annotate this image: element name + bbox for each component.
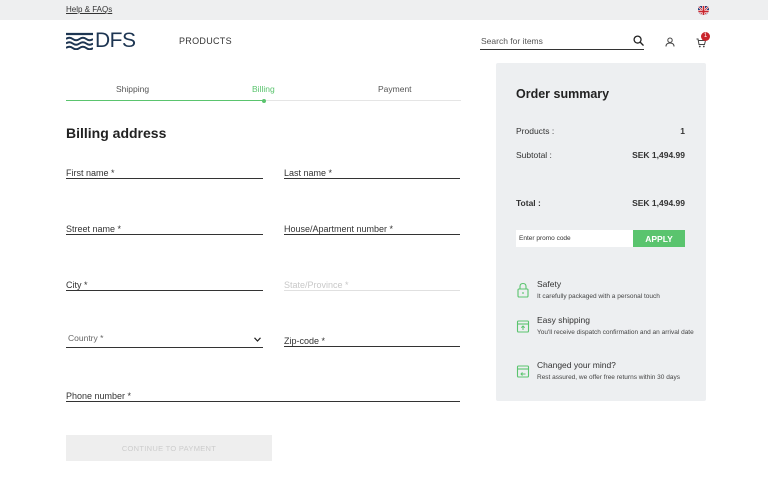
first-name-field[interactable] xyxy=(66,166,263,180)
waves-logo-icon xyxy=(66,32,93,50)
step-billing[interactable]: Billing xyxy=(252,84,275,94)
country-select[interactable]: Country * xyxy=(66,332,263,348)
promo-code-input[interactable] xyxy=(516,230,633,247)
lock-icon xyxy=(517,282,529,298)
top-bar: Help & FAQs xyxy=(0,0,768,20)
return-box-icon xyxy=(516,365,530,378)
apply-promo-button[interactable]: APPLY xyxy=(633,230,685,247)
promo-code-form: APPLY xyxy=(516,230,685,247)
uk-flag-icon[interactable] xyxy=(698,4,709,15)
billing-address-title: Billing address xyxy=(66,125,167,141)
state-field-wrap xyxy=(284,275,460,292)
feature-safety-desc: It carefully packaged with a personal to… xyxy=(537,293,660,300)
continue-to-payment-button[interactable]: CONTINUE TO PAYMENT xyxy=(66,435,272,461)
street-name-field[interactable] xyxy=(66,222,263,236)
last-name-field-wrap xyxy=(284,163,460,180)
city-field[interactable] xyxy=(66,278,263,292)
subtotal-label: Subtotal : xyxy=(516,150,552,160)
search-input[interactable] xyxy=(481,34,629,48)
feature-returns-title: Changed your mind? xyxy=(537,360,616,370)
country-select-value: Country * xyxy=(68,333,104,343)
step-shipping[interactable]: Shipping xyxy=(116,84,149,94)
step-payment[interactable]: Payment xyxy=(378,84,412,94)
feature-safety-title: Safety xyxy=(537,279,562,289)
total-label: Total : xyxy=(516,198,541,208)
first-name-field-wrap xyxy=(66,163,263,180)
house-number-field-wrap xyxy=(284,219,460,236)
feature-easy-shipping-desc: You'll receive dispatch confirmation and… xyxy=(537,329,694,336)
order-summary-panel: Order summary Products : 1 Subtotal : SE… xyxy=(496,63,706,401)
nav-products[interactable]: PRODUCTS xyxy=(179,36,232,46)
feature-easy-shipping-title: Easy shipping xyxy=(537,315,590,325)
checkout-steps: Shipping Billing Payment xyxy=(66,84,461,103)
total-value: SEK 1,494.99 xyxy=(632,198,685,208)
products-count: 1 xyxy=(680,126,685,136)
order-summary-title: Order summary xyxy=(516,87,610,101)
city-field-wrap xyxy=(66,275,263,292)
search-bar xyxy=(480,32,644,50)
street-name-field-wrap xyxy=(66,219,263,236)
house-number-field[interactable] xyxy=(284,222,460,236)
feature-returns-desc: Rest assured, we offer free returns with… xyxy=(537,374,680,381)
help-faqs-link[interactable]: Help & FAQs xyxy=(66,5,112,14)
cart-count-badge: 1 xyxy=(701,32,710,41)
phone-number-field[interactable] xyxy=(66,389,460,403)
phone-number-field-wrap xyxy=(66,386,460,403)
zip-code-field[interactable] xyxy=(284,334,460,348)
products-label: Products : xyxy=(516,126,555,136)
user-icon[interactable] xyxy=(665,37,675,47)
subtotal-value: SEK 1,494.99 xyxy=(632,150,685,160)
zip-code-field-wrap xyxy=(284,331,460,348)
dfs-logo[interactable]: DFS xyxy=(66,29,136,52)
last-name-field[interactable] xyxy=(284,166,460,180)
chevron-down-icon xyxy=(254,337,261,342)
brand-name: DFS xyxy=(95,29,136,52)
state-field xyxy=(284,278,460,292)
steps-progress xyxy=(66,100,264,101)
package-icon xyxy=(516,320,530,333)
search-icon[interactable] xyxy=(633,35,644,46)
steps-progress-dot xyxy=(262,98,266,103)
